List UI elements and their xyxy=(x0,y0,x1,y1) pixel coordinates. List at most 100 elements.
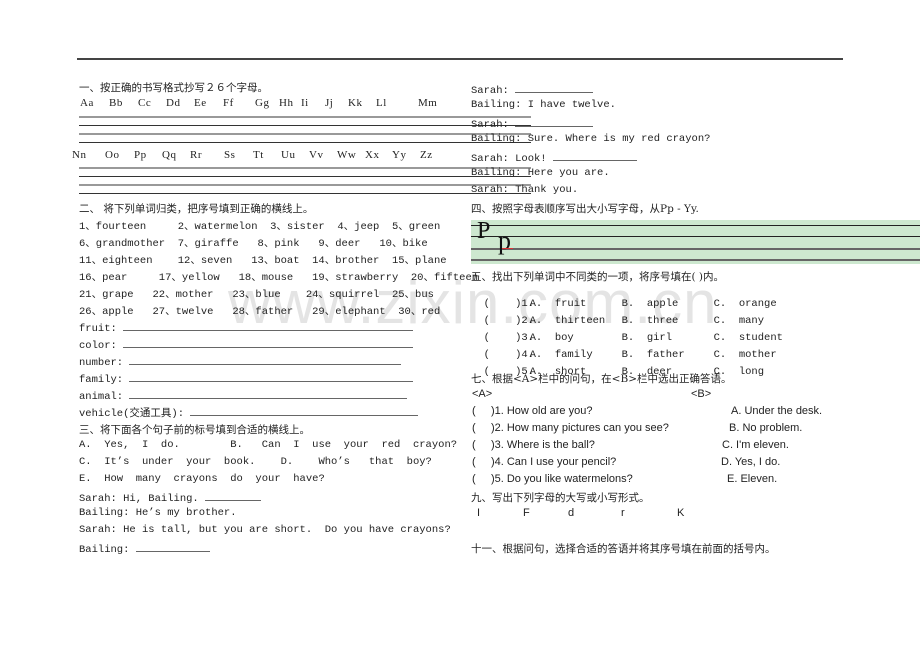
dialogue-answer-line[interactable] xyxy=(552,150,637,161)
category-label: fruit: xyxy=(79,323,117,335)
letter-pair: Zz xyxy=(420,149,433,161)
writing-line xyxy=(79,193,531,194)
section1-title: 一、按正确的书写格式抄写２６个字母。 xyxy=(79,82,268,94)
dialogue-line: Bailing: Here you are. xyxy=(471,167,610,179)
dialogue-text: Sarah: Look! xyxy=(471,153,553,165)
dialogue-answer-line[interactable] xyxy=(205,490,262,501)
dialogue-answer-line[interactable] xyxy=(515,116,594,127)
letter-pair: Tt xyxy=(253,149,264,161)
letter-pair: Qq xyxy=(162,149,177,161)
header-rule xyxy=(77,58,843,60)
word-row: 26、apple 27、twelve 28、father 29、elephant… xyxy=(79,306,441,318)
dialogue-line: Sarah: xyxy=(471,82,594,97)
letter-pair: Ss xyxy=(224,149,236,161)
number-answer-line[interactable] xyxy=(129,354,402,365)
family-answer-line[interactable] xyxy=(129,371,414,382)
writing-line xyxy=(79,125,531,126)
dialogue-text: Sarah: xyxy=(471,119,516,131)
letter-item: F xyxy=(523,507,530,519)
category-label: family: xyxy=(79,374,124,386)
letter-pair: Oo xyxy=(105,149,120,161)
dialogue-line: Sarah: xyxy=(471,116,594,131)
letter-writing-box[interactable]: P p xyxy=(471,218,920,264)
question-item: ( )3. Where is the ball? xyxy=(472,439,595,451)
letter-pair: Uu xyxy=(281,149,296,161)
dialogue-line: Bailing: I have twelve. xyxy=(471,99,616,111)
word-row: 11、eighteen 12、seven 13、boat 14、brother … xyxy=(79,255,447,267)
letter-pair: Ii xyxy=(301,97,309,109)
dialogue-line: Sarah: Look! xyxy=(471,150,637,165)
category-vehicle: vehicle(交通工具): xyxy=(79,405,419,420)
answer-option: B. No problem. xyxy=(729,422,803,434)
dialogue-line: Sarah: Thank you. xyxy=(471,184,579,196)
spellcheck-underline xyxy=(502,248,513,249)
question-item: ( )2. How many pictures can you see? xyxy=(472,422,669,434)
writing-line xyxy=(79,176,531,177)
letter-pair: Pp xyxy=(134,149,147,161)
section11-title: 十一、根据问句，选择合适的答语并将其序号填在前面的括号内。 xyxy=(471,543,776,555)
answer-option: D. Yes, I do. xyxy=(721,456,781,468)
section4-title: 四、按照字母表顺序写出大小写字母，从Pp - Yy. xyxy=(471,203,699,215)
letter-pair: Kk xyxy=(348,97,363,109)
writing-line xyxy=(79,167,531,169)
vehicle-answer-line[interactable] xyxy=(190,405,419,416)
animal-answer-line[interactable] xyxy=(129,388,408,399)
letter-pair: Dd xyxy=(166,97,181,109)
letter-pair: Ww xyxy=(337,149,357,161)
letter-pair: Hh xyxy=(279,97,294,109)
column-b-header: <B> xyxy=(691,388,712,400)
answer-option: E. Eleven. xyxy=(727,473,778,485)
word-row: 16、pear 17、yellow 18、mouse 19、strawberry… xyxy=(79,272,479,284)
dialogue-line: Sarah: He is tall, but you are short. Do… xyxy=(79,524,451,536)
letter-pair: Cc xyxy=(138,97,152,109)
letter-pair: Aa xyxy=(80,97,94,109)
dialogue-answer-line[interactable] xyxy=(135,541,210,552)
section3-title: 三、将下面各个句子前的标号填到合适的横线上。 xyxy=(79,424,310,436)
letter-item: d xyxy=(568,507,575,519)
option-line: A. Yes, I do. B. Can I use your red cray… xyxy=(79,439,458,451)
word-row: 6、grandmother 7、giraffe 8、pink 9、deer 10… xyxy=(79,238,428,250)
color-answer-line[interactable] xyxy=(123,337,414,348)
question-item: ( )5. Do you like watermelons? xyxy=(472,473,633,485)
option-line: C. It’s under your book. D. Who’s that b… xyxy=(79,456,432,468)
writing-line xyxy=(471,236,920,237)
section2-title: 二、 将下列单词归类，把序号填到正确的横线上。 xyxy=(79,203,314,215)
question-item: ( )1. How old are you? xyxy=(472,405,593,417)
letter-pair: Gg xyxy=(255,97,270,109)
alphabet-row-1: Aa Bb Cc Dd Ee Ff Gg Hh Ii Jj Kk Ll Mm xyxy=(80,97,442,109)
letter-pair: Yy xyxy=(392,149,407,161)
writing-line xyxy=(79,184,531,186)
writing-line xyxy=(79,116,531,118)
dialogue-line: Sarah: Hi, Bailing. xyxy=(79,490,262,505)
letter-pair: Nn xyxy=(72,149,87,161)
fruit-answer-line[interactable] xyxy=(123,320,414,331)
question-item: ( )4. Can I use your pencil? xyxy=(472,456,617,468)
letter-pair: Ll xyxy=(376,97,387,109)
category-label: number: xyxy=(79,357,124,369)
letter-pair: Jj xyxy=(325,97,334,109)
dialogue-text: Bailing: xyxy=(79,544,136,556)
dialogue-line: Bailing: xyxy=(79,541,210,556)
letter-item: K xyxy=(677,507,685,519)
category-number: number: xyxy=(79,354,402,369)
category-label: animal: xyxy=(79,391,124,403)
letter-pair: Bb xyxy=(109,97,123,109)
letter-item: I xyxy=(477,507,481,519)
category-animal: animal: xyxy=(79,388,408,403)
category-label: vehicle(交通工具): xyxy=(79,408,185,420)
letter-pair: Rr xyxy=(190,149,202,161)
category-fruit: fruit: xyxy=(79,320,414,335)
word-row: 1、fourteen 2、watermelon 3、sister 4、jeep … xyxy=(79,221,441,233)
dialogue-answer-line[interactable] xyxy=(515,82,594,93)
option-line: E. How many crayons do your have? xyxy=(79,473,325,485)
writing-line xyxy=(471,259,920,261)
sample-lowercase-letter: p xyxy=(498,226,511,255)
category-color: color: xyxy=(79,337,414,352)
answer-option: A. Under the desk. xyxy=(731,405,823,417)
dialogue-line: Bailing: He’s my brother. xyxy=(79,507,237,519)
letter-pair: Mm xyxy=(418,97,438,109)
writing-line xyxy=(471,225,920,226)
dialogue-text: Sarah: Hi, Bailing. xyxy=(79,493,206,505)
category-label: color: xyxy=(79,340,117,352)
sample-uppercase-letter: P xyxy=(477,218,491,244)
